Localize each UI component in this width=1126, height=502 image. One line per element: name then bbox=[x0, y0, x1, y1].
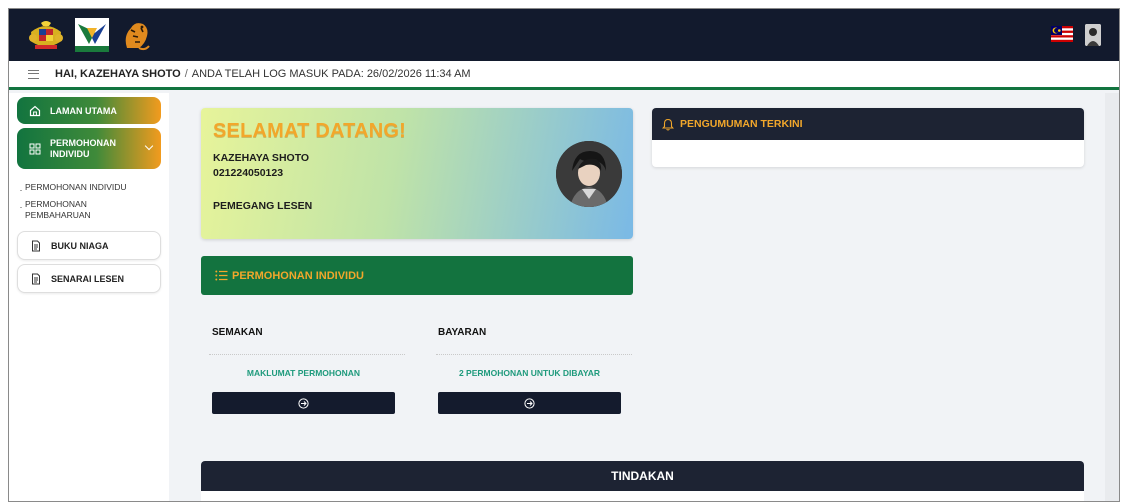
arrow-right-circle-icon bbox=[298, 397, 309, 409]
sidebar-subitem-permohonan-pembaharuan[interactable]: PERMOHONAN PEMBAHARUAN bbox=[20, 199, 91, 221]
sidebar-subitem-label: PERMOHONAN bbox=[25, 199, 87, 209]
permohonan-individu-header: PERMOHONAN INDIVIDU bbox=[201, 256, 633, 295]
document-icon bbox=[32, 240, 40, 251]
divider bbox=[209, 354, 405, 355]
announcement-card: PENGUMUMAN TERKINI bbox=[652, 108, 1084, 167]
tiger-emblem-logo[interactable] bbox=[119, 18, 153, 52]
home-icon bbox=[29, 105, 41, 116]
list-icon bbox=[215, 270, 228, 281]
bayaran-go-button[interactable] bbox=[438, 392, 621, 414]
document-icon bbox=[32, 273, 40, 284]
semakan-go-button[interactable] bbox=[212, 392, 395, 414]
sidebar-item-permohonan-individu[interactable]: PERMOHONAN INDIVIDU bbox=[17, 128, 161, 169]
sidebar-item-label: LAMAN UTAMA bbox=[50, 105, 117, 116]
welcome-title: SELAMAT DATANG! bbox=[213, 120, 406, 142]
bell-icon bbox=[662, 118, 674, 131]
top-bar bbox=[9, 9, 1119, 61]
sidebar-item-label: INDIVIDU bbox=[50, 148, 90, 159]
panel-title: PERMOHONAN INDIVIDU bbox=[232, 269, 365, 282]
tindakan-title: TINDAKAN bbox=[611, 469, 674, 483]
sidebar-item-laman-utama[interactable]: LAMAN UTAMA bbox=[17, 97, 161, 124]
grid-icon bbox=[29, 143, 41, 154]
login-info: ANDA TELAH LOG MASUK PADA: 26/02/2026 11… bbox=[191, 68, 471, 80]
scrollbar[interactable] bbox=[1105, 93, 1119, 501]
breadcrumb-separator: / bbox=[184, 68, 188, 80]
bayaran-label: BAYARAN bbox=[438, 327, 487, 338]
permohonan-untuk-dibayar-link[interactable]: 2 PERMOHONAN UNTUK DIBAYAR bbox=[438, 368, 621, 378]
arrow-right-circle-icon bbox=[524, 397, 535, 409]
sidebar-subitem-label: PEMBAHARUAN bbox=[25, 210, 91, 220]
menu-toggle-icon[interactable] bbox=[28, 69, 39, 79]
user-id-number: 021224050123 bbox=[213, 167, 284, 179]
breadcrumb: HAI, KAZEHAYA SHOTO / ANDA TELAH LOG MASUK… bbox=[9, 61, 1119, 90]
tindakan-header: TINDAKAN bbox=[201, 461, 1084, 491]
welcome-card: SELAMAT DATANG! KAZEHAYA SHOTO 021224050… bbox=[201, 108, 633, 239]
chevron-down-icon bbox=[144, 141, 154, 151]
announcement-title: PENGUMUMAN TERKINI bbox=[680, 118, 803, 130]
user-avatar[interactable] bbox=[1085, 24, 1101, 46]
malaysia-flag-icon[interactable] bbox=[1051, 26, 1073, 42]
semakan-label: SEMAKAN bbox=[212, 327, 263, 338]
app-window: HAI, KAZEHAYA SHOTO / ANDA TELAH LOG MASUK… bbox=[8, 8, 1120, 502]
profile-photo bbox=[556, 141, 622, 207]
tindakan-panel: TINDAKAN bbox=[201, 461, 1084, 501]
perhilitan-logo[interactable] bbox=[75, 18, 109, 52]
announcement-header: PENGUMUMAN TERKINI bbox=[652, 108, 1084, 140]
greeting-name: HAI, KAZEHAYA SHOTO bbox=[55, 68, 181, 80]
sidebar-item-buku-niaga[interactable]: BUKU NIAGA bbox=[17, 231, 161, 260]
sidebar-item-senarai-lesen[interactable]: SENARAI LESEN bbox=[17, 264, 161, 293]
greeting-text: HAI, KAZEHAYA SHOTO / ANDA TELAH LOG MASUK… bbox=[55, 68, 471, 80]
divider bbox=[436, 354, 632, 355]
sidebar-item-label: SENARAI LESEN bbox=[51, 273, 125, 284]
malaysia-crest-logo[interactable] bbox=[27, 18, 65, 52]
sidebar-item-label: PERMOHONAN bbox=[50, 137, 117, 148]
maklumat-permohonan-link[interactable]: MAKLUMAT PERMOHONAN bbox=[212, 368, 395, 378]
user-name: KAZEHAYA SHOTO bbox=[213, 152, 310, 164]
sidebar-item-label: BUKU NIAGA bbox=[51, 240, 109, 251]
user-role: PEMEGANG LESEN bbox=[213, 200, 313, 212]
sidebar-subitem-permohonan-individu[interactable]: PERMOHONAN INDIVIDU bbox=[20, 182, 127, 193]
sidebar: LAMAN UTAMA PERMOHONAN INDIVIDU PERMOHON… bbox=[9, 93, 169, 501]
